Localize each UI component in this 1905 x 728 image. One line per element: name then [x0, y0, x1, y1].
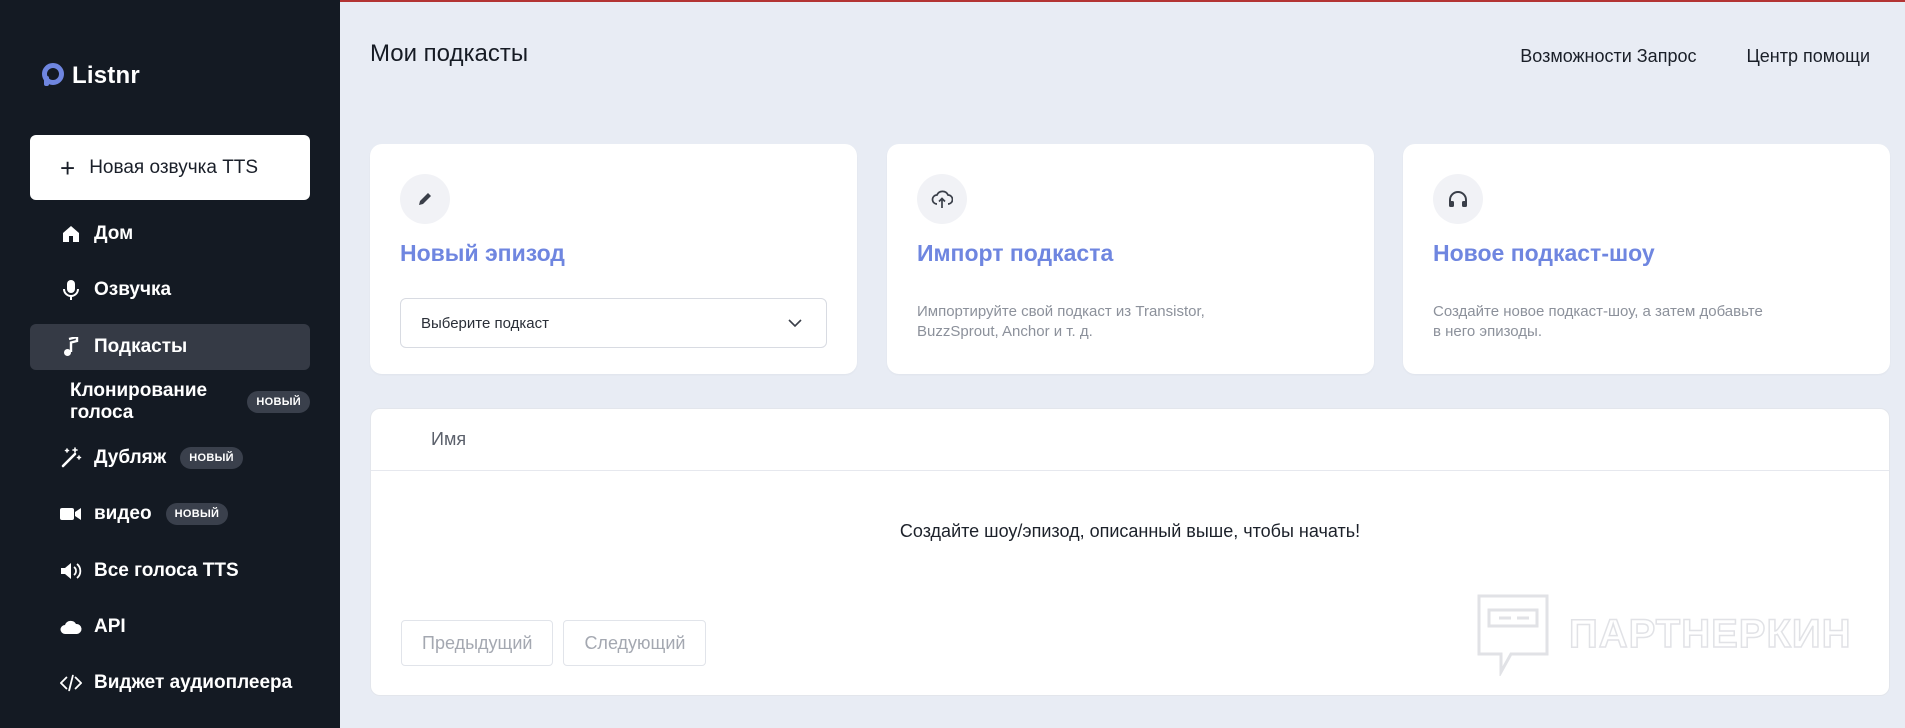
sidebar-item-label: Дубляж: [94, 447, 167, 468]
listnr-logo-icon: [42, 63, 64, 86]
sidebar-item-label: видео: [94, 503, 152, 524]
sidebar-item-voice-cloning[interactable]: Клонирование голоса НОВЫЙ: [30, 379, 310, 425]
cloud-icon: [60, 616, 82, 638]
sidebar-item-label: Подкасты: [94, 336, 188, 357]
select-value: Выберите подкаст: [421, 314, 549, 332]
podcast-select[interactable]: Выберите подкаст: [400, 298, 827, 348]
card-title: Новый эпизод: [400, 240, 565, 266]
sidebar-item-video[interactable]: видео НОВЫЙ: [30, 491, 310, 537]
new-badge: НОВЫЙ: [165, 503, 229, 525]
sidebar-item-api[interactable]: API: [30, 604, 310, 650]
sidebar-item-label: Озвучка: [94, 279, 172, 300]
page-title: Мои подкасты: [370, 40, 529, 67]
new-badge: НОВЫЙ: [247, 391, 310, 413]
cloud-upload-icon: [917, 174, 967, 224]
music-note-icon: [60, 336, 82, 358]
logo-text: Listnr: [72, 62, 140, 89]
sidebar-item-label: Все голоса TTS: [94, 560, 239, 581]
sidebar-item-label: Дом: [94, 223, 134, 244]
sidebar-item-podcasts[interactable]: Подкасты: [30, 324, 310, 370]
logo[interactable]: Listnr: [40, 62, 140, 90]
sidebar-item-label: API: [94, 616, 126, 637]
microphone-icon: [60, 279, 82, 301]
column-header-name[interactable]: Имя: [431, 429, 466, 450]
video-camera-icon: [60, 503, 82, 525]
watermark-text: ПАРТНЕРКИН: [1568, 611, 1852, 657]
sidebar-item-label: Виджет аудиоплеера: [94, 672, 293, 693]
sidebar-item-label: Клонирование голоса: [70, 380, 208, 423]
new-podcast-show-card[interactable]: Новое подкаст-шоу Создайте новое подкаст…: [1403, 144, 1890, 374]
sidebar-item-voiceover[interactable]: Озвучка: [30, 267, 310, 313]
home-icon: [60, 223, 82, 245]
next-page-button[interactable]: Следующий: [563, 620, 707, 666]
help-center-link[interactable]: Центр помощи: [1746, 46, 1870, 67]
watermark: ПАРТНЕРКИН: [1475, 592, 1852, 676]
speaker-icon: [60, 560, 82, 582]
feature-request-link[interactable]: Возможности Запрос: [1520, 46, 1696, 67]
sidebar-item-dubbing[interactable]: Дубляж НОВЫЙ: [30, 435, 310, 481]
card-title: Новое подкаст-шоу: [1433, 240, 1655, 266]
top-links: Возможности Запрос Центр помощи: [1520, 46, 1870, 67]
new-badge: НОВЫЙ: [180, 447, 243, 469]
table-header: Имя: [371, 409, 1889, 471]
pencil-icon: [400, 174, 450, 224]
partnerkin-logo-icon: [1477, 594, 1549, 676]
new-episode-card[interactable]: Новый эпизод Выберите подкаст: [370, 144, 857, 374]
sidebar: Listnr + Новая озвучка TTS Дом Озвучка П…: [0, 0, 340, 728]
magic-wand-icon: [60, 447, 82, 469]
sidebar-item-audio-widget[interactable]: Виджет аудиоплеера: [30, 660, 310, 706]
new-tts-label: Новая озвучка TTS: [89, 156, 259, 178]
code-icon: [60, 672, 82, 694]
previous-page-button[interactable]: Предыдущий: [401, 620, 554, 666]
plus-icon: +: [60, 152, 76, 183]
card-description: Импортируйте свой подкаст из Transistor,…: [917, 303, 1205, 340]
sidebar-item-all-voices[interactable]: Все голоса TTS: [30, 548, 310, 594]
import-podcast-card[interactable]: Импорт подкаста Импортируйте свой подкас…: [887, 144, 1374, 374]
card-title: Импорт подкаста: [917, 240, 1114, 266]
sidebar-item-home[interactable]: Дом: [30, 211, 310, 257]
headphones-icon: [1433, 174, 1483, 224]
card-description: Создайте новое подкаст-шоу, а затем доба…: [1433, 303, 1763, 340]
new-tts-button[interactable]: + Новая озвучка TTS: [30, 135, 310, 200]
chevron-down-icon: [788, 318, 802, 327]
pagination: Предыдущий Следующий: [401, 620, 707, 666]
empty-state-message: Создайте шоу/эпизод, описанный выше, что…: [899, 521, 1361, 541]
